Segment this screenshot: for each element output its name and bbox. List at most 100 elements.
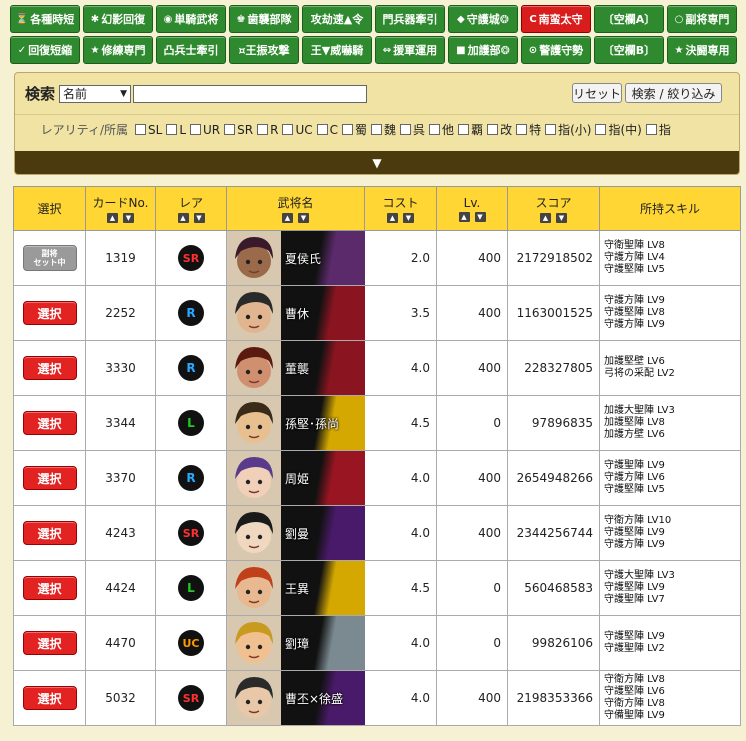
- tab-1-7[interactable]: ◆ 守護城❂: [448, 5, 518, 33]
- table-row: 選択 3330 R 董襲 4.0 400 228327805 加護堅壁 LV6 弓将の采配 LV…: [13, 340, 741, 396]
- select-button[interactable]: 選択: [22, 301, 77, 325]
- filter-checkbox[interactable]: 特: [516, 121, 541, 138]
- sort-desc-icon[interactable]: ▼: [556, 213, 567, 223]
- general-portrait-icon: [227, 561, 281, 615]
- filter-checkbox[interactable]: UC: [282, 123, 313, 137]
- skill-item: 守衛方陣 LV10: [604, 515, 672, 526]
- filter-checkbox[interactable]: 蜀: [342, 121, 367, 138]
- filter-checkbox[interactable]: 指(小): [545, 121, 591, 138]
- filter-checkbox[interactable]: L: [166, 123, 186, 137]
- tab-1-3[interactable]: ◉ 単騎武将: [156, 5, 226, 33]
- tab-1-10[interactable]: ○ 副将専門: [667, 5, 737, 33]
- checkbox-icon[interactable]: [371, 124, 383, 135]
- select-button[interactable]: 選択: [22, 411, 77, 435]
- tab-2-5[interactable]: 王▼威嚇騎: [302, 36, 372, 64]
- checkbox-icon[interactable]: [545, 124, 557, 135]
- search-input[interactable]: [133, 84, 368, 103]
- checkbox-icon[interactable]: [257, 124, 269, 135]
- select-button[interactable]: 選択: [22, 466, 77, 490]
- rarity-badge: R: [178, 465, 204, 491]
- tab-2-10[interactable]: ★ 決闘専用: [667, 36, 737, 64]
- filter-checkbox[interactable]: 魏: [371, 121, 396, 138]
- tab-2-4[interactable]: ¤王振攻撃: [229, 36, 299, 64]
- filter-checkbox-label: 指: [658, 123, 671, 137]
- general-card-cell: 劉璋: [226, 615, 365, 671]
- search-filter-button[interactable]: 検索 / 絞り込み: [625, 83, 722, 103]
- sort-desc-icon[interactable]: ▼: [403, 213, 414, 223]
- checkbox-icon[interactable]: [282, 124, 294, 135]
- checkbox-icon[interactable]: [458, 124, 470, 135]
- skills-cell: 守衛聖陣 LV8 守護方陣 LV4 守護堅陣 LV5: [599, 230, 741, 286]
- filter-checkbox[interactable]: SL: [135, 123, 162, 137]
- sort-asc-icon[interactable]: ▲: [540, 213, 551, 223]
- sort-asc-icon[interactable]: ▲: [282, 213, 293, 223]
- tab-icon: C: [529, 13, 537, 25]
- deputy-set-button[interactable]: 副将 セット中: [22, 245, 77, 271]
- tab-1-5[interactable]: 攻劫速▲令: [302, 5, 372, 33]
- tab-1-8[interactable]: C 南蛮太守: [521, 5, 591, 33]
- filter-checkbox[interactable]: 呉: [400, 121, 425, 138]
- filter-checkbox[interactable]: 他: [429, 121, 454, 138]
- general-name: 周姫: [285, 471, 310, 486]
- tab-2-6[interactable]: ⇔ 援軍運用: [375, 36, 445, 64]
- tab-2-9[interactable]: 〔空欄B〕: [594, 36, 664, 64]
- sort-desc-icon[interactable]: ▼: [193, 213, 205, 223]
- checkbox-icon[interactable]: [135, 124, 146, 135]
- filter-checkbox[interactable]: 指: [645, 121, 671, 138]
- filter-checkbox[interactable]: 指(中): [595, 121, 642, 138]
- select-button[interactable]: 選択: [22, 686, 77, 710]
- filter-checkbox-label: SR: [237, 122, 254, 137]
- tab-1-2[interactable]: ✱ 幻影回復: [83, 5, 153, 33]
- checkbox-icon[interactable]: [516, 124, 528, 135]
- header-label: 所持スキル: [639, 202, 700, 216]
- tab-1-9[interactable]: 〔空欄A〕: [594, 5, 664, 33]
- filter-checkbox[interactable]: R: [257, 123, 278, 137]
- sort-desc-icon[interactable]: ▼: [123, 213, 134, 223]
- tab-1-4[interactable]: ♚ 歯襲部隊: [229, 5, 299, 33]
- tab-2-1[interactable]: ✓ 回復短縮: [10, 36, 80, 64]
- tab-2-3[interactable]: 凸兵士牽引: [156, 36, 226, 64]
- checkbox-icon[interactable]: [429, 124, 441, 135]
- select-cell: 選択: [13, 285, 86, 341]
- filter-checkbox[interactable]: UR: [190, 123, 220, 137]
- select-button[interactable]: 選択: [22, 521, 77, 545]
- score: 97896835: [507, 395, 600, 451]
- checkbox-icon[interactable]: [487, 124, 499, 135]
- checkbox-icon[interactable]: [645, 124, 657, 135]
- filter-checkbox[interactable]: C: [316, 123, 338, 137]
- tab-2-7[interactable]: ■ 加護部❂: [448, 36, 518, 64]
- checkbox-icon[interactable]: [166, 124, 178, 135]
- checkbox-icon[interactable]: [190, 124, 201, 135]
- sort-asc-icon[interactable]: ▲: [107, 213, 118, 223]
- select-button[interactable]: 選択: [22, 631, 77, 655]
- table-row: 選択 3344 L 孫堅･孫尚 4.5 0 97896835 加護大聖陣 LV3 加護堅陣 LV…: [13, 395, 741, 451]
- select-button[interactable]: 選択: [22, 356, 77, 380]
- checkbox-icon[interactable]: [595, 124, 607, 135]
- sort-desc-icon[interactable]: ▼: [474, 211, 486, 222]
- sort-asc-icon[interactable]: ▲: [387, 213, 398, 223]
- checkbox-icon[interactable]: [400, 124, 412, 135]
- checkbox-icon[interactable]: [342, 124, 353, 135]
- filter-checkbox[interactable]: SR: [224, 123, 253, 137]
- filter-checkbox[interactable]: 覇: [458, 121, 483, 138]
- reset-button[interactable]: リセット: [572, 83, 622, 103]
- header-skills: 所持スキル: [599, 186, 741, 231]
- tab-1-1[interactable]: ⏳ 各種時短: [10, 5, 80, 33]
- sort-asc-icon[interactable]: ▲: [177, 213, 189, 223]
- card-no: 5032: [85, 670, 156, 726]
- search-field-select[interactable]: 名前 ▼: [59, 84, 132, 103]
- tab-1-6[interactable]: 門兵器牽引: [375, 5, 445, 33]
- table-row: 選択 2252 R 曹休 3.5 400 1163001525 守護方陣 LV9 守護堅陣 LV…: [13, 285, 741, 341]
- filter-checkbox[interactable]: 改: [487, 121, 512, 138]
- card-no: 4470: [85, 615, 156, 671]
- checkbox-icon[interactable]: [224, 124, 236, 135]
- sort-desc-icon[interactable]: ▼: [298, 213, 309, 223]
- select-button[interactable]: 選択: [22, 576, 77, 600]
- checkbox-icon[interactable]: [316, 124, 328, 135]
- tab-2-2[interactable]: ★ 修練専門: [83, 36, 153, 64]
- expand-filters-bar[interactable]: ▼: [15, 151, 739, 174]
- tab-2-8[interactable]: ⊙ 警護守勢: [521, 36, 591, 64]
- cost: 2.0: [364, 230, 437, 286]
- select-cell: 選択: [13, 340, 86, 396]
- sort-asc-icon[interactable]: ▲: [458, 211, 470, 222]
